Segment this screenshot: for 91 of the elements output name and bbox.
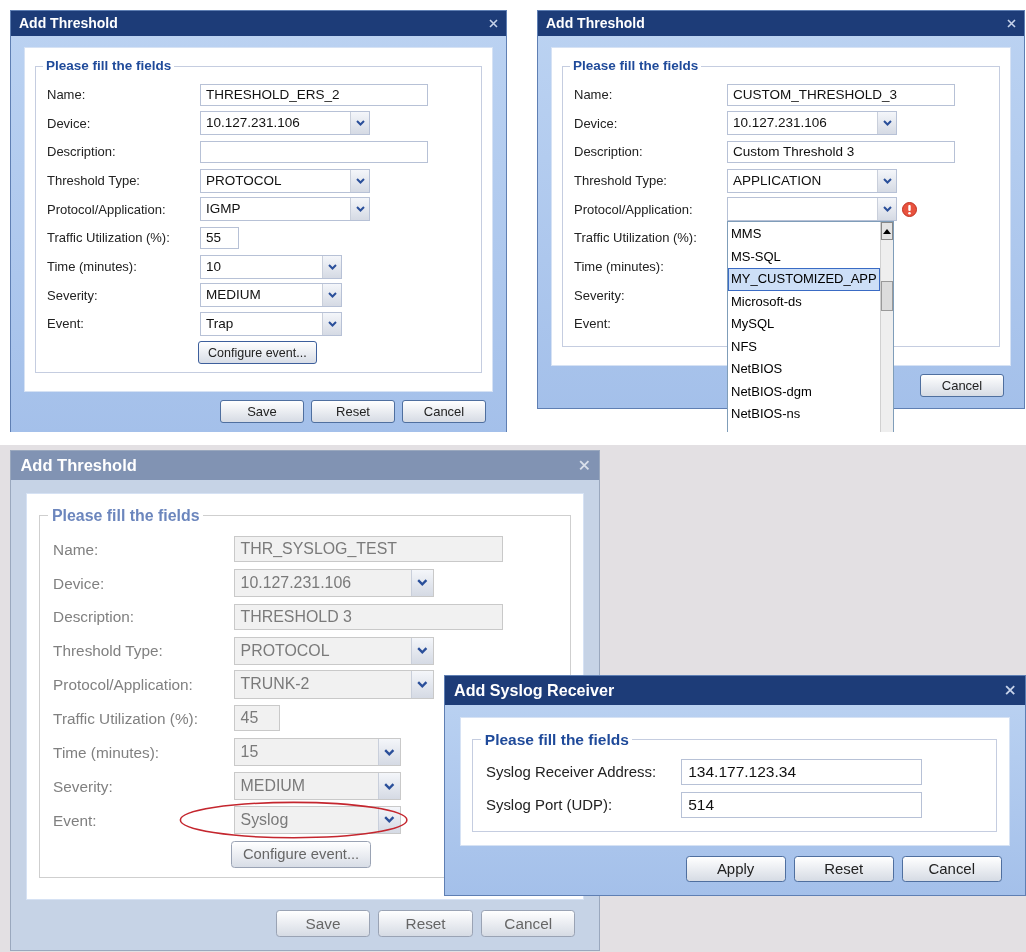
chevron-down-icon (882, 206, 892, 213)
field-label: Time (minutes): (47, 257, 138, 276)
chevron-down-icon (882, 120, 892, 127)
chevron-down-icon (327, 292, 337, 299)
dropdown-option[interactable]: MMS (728, 223, 880, 246)
field-label: Protocol/Application: (47, 200, 167, 219)
section-legend: Please fill the fields (48, 503, 204, 528)
field-label: Name: (574, 85, 614, 104)
combo-box[interactable]: MEDIUM (200, 283, 342, 308)
field-label: Threshold Type: (53, 641, 164, 662)
field-label: Syslog Receiver Address: (485, 761, 658, 782)
close-icon[interactable] (1007, 19, 1016, 28)
dialog-button[interactable]: Cancel (920, 374, 1004, 398)
text-field[interactable] (200, 140, 428, 163)
field-label: Severity: (574, 286, 626, 305)
chevron-down-icon (417, 681, 428, 689)
combo-box[interactable]: IGMP (200, 197, 370, 222)
dropdown-option[interactable]: Microsoft-ds (728, 290, 880, 314)
chevron-down-icon (882, 177, 892, 184)
section-legend: Please fill the fields (43, 56, 175, 77)
dropdown-option[interactable]: NFS (728, 335, 880, 359)
chevron-down-icon (384, 782, 395, 790)
window-title: Add Threshold (19, 14, 118, 33)
field-label: Threshold Type: (574, 171, 668, 190)
chevron-down-icon (355, 120, 365, 127)
section-legend: Please fill the fields (481, 727, 633, 751)
field-label: Device: (47, 114, 92, 133)
combo-box[interactable]: APPLICATION (727, 168, 897, 193)
dialog-button[interactable]: Reset (311, 400, 395, 424)
chevron-down-icon (355, 206, 365, 213)
dropdown-option[interactable]: NetBIOS (728, 358, 880, 381)
text-field[interactable]: Custom Threshold 3 (727, 140, 955, 163)
field-label: Severity: (53, 776, 114, 797)
field-label: Time (minutes): (53, 742, 160, 763)
combo-box[interactable]: 10.127.231.106 (727, 111, 897, 136)
field-label: Severity: (47, 286, 99, 305)
field-label: Name: (53, 539, 100, 560)
window-title: Add Syslog Receiver (454, 680, 615, 702)
window-title: Add Threshold (546, 14, 645, 33)
text-field[interactable]: 55 (200, 227, 239, 250)
field-label: Traffic Utilization (%): (574, 229, 698, 248)
text-field[interactable]: 134.177.123.34 (681, 759, 922, 785)
dialog-button[interactable]: Cancel (901, 855, 1002, 883)
chevron-down-icon (417, 647, 428, 655)
up-arrow-icon (882, 228, 891, 234)
field-label: Device: (53, 573, 106, 594)
field-label: Device: (574, 114, 619, 133)
combo-box[interactable]: 10.127.231.106 (200, 111, 370, 136)
dialog-button[interactable]: Apply (685, 855, 786, 883)
field-label: Description: (574, 143, 644, 162)
field-label: Traffic Utilization (%): (53, 708, 199, 729)
chevron-down-icon (417, 579, 428, 587)
combo-box[interactable]: Trap (200, 312, 342, 337)
field-label: Event: (574, 315, 612, 334)
chevron-down-icon (384, 748, 395, 756)
dropdown-option[interactable]: NetBIOS-ns (728, 403, 880, 426)
field-label: Protocol/Application: (574, 200, 694, 219)
text-field[interactable]: CUSTOM_THRESHOLD_3 (727, 83, 955, 106)
dialog-button[interactable]: Reset (793, 855, 894, 883)
field-label: Event: (53, 810, 98, 831)
field-label: Name: (47, 85, 87, 104)
scrollbar-thumb[interactable] (880, 281, 893, 312)
field-label: Threshold Type: (47, 171, 141, 190)
field-label: Description: (53, 607, 136, 628)
window-title: Add Threshold (20, 455, 137, 477)
dropdown-option[interactable]: MY_CUSTOMIZED_APP (728, 268, 880, 291)
dialog-button[interactable]: Cancel (402, 400, 486, 424)
combo-box[interactable]: 10 (200, 254, 342, 279)
chevron-down-icon (327, 263, 337, 270)
close-icon[interactable] (1005, 685, 1016, 696)
field-label: Time (minutes): (574, 257, 665, 276)
field-label: Description: (47, 143, 117, 162)
field-label: Syslog Port (UDP): (485, 794, 614, 815)
dropdown-option[interactable]: MySQL (728, 313, 880, 336)
scrollbar[interactable] (879, 222, 893, 432)
combo-box[interactable] (727, 197, 897, 222)
close-icon[interactable] (489, 19, 498, 28)
text-field[interactable]: 514 (681, 792, 922, 818)
dropdown-option[interactable]: MS-SQL (728, 245, 880, 269)
field-label: Event: (47, 315, 85, 334)
field-label: Protocol/Application: (53, 675, 194, 696)
configure-event-button[interactable]: Configure event... (198, 341, 317, 365)
chevron-down-icon (355, 177, 365, 184)
combo-box[interactable]: PROTOCOL (200, 168, 370, 193)
dropdown-option[interactable]: NetBIOS-dgm (728, 380, 880, 404)
text-field[interactable]: THRESHOLD_ERS_2 (200, 83, 428, 106)
field-label: Traffic Utilization (%): (47, 229, 171, 248)
section-legend: Please fill the fields (570, 56, 702, 77)
dialog-button[interactable]: Save (220, 400, 304, 424)
chevron-down-icon (327, 321, 337, 328)
chevron-down-icon (384, 816, 395, 824)
